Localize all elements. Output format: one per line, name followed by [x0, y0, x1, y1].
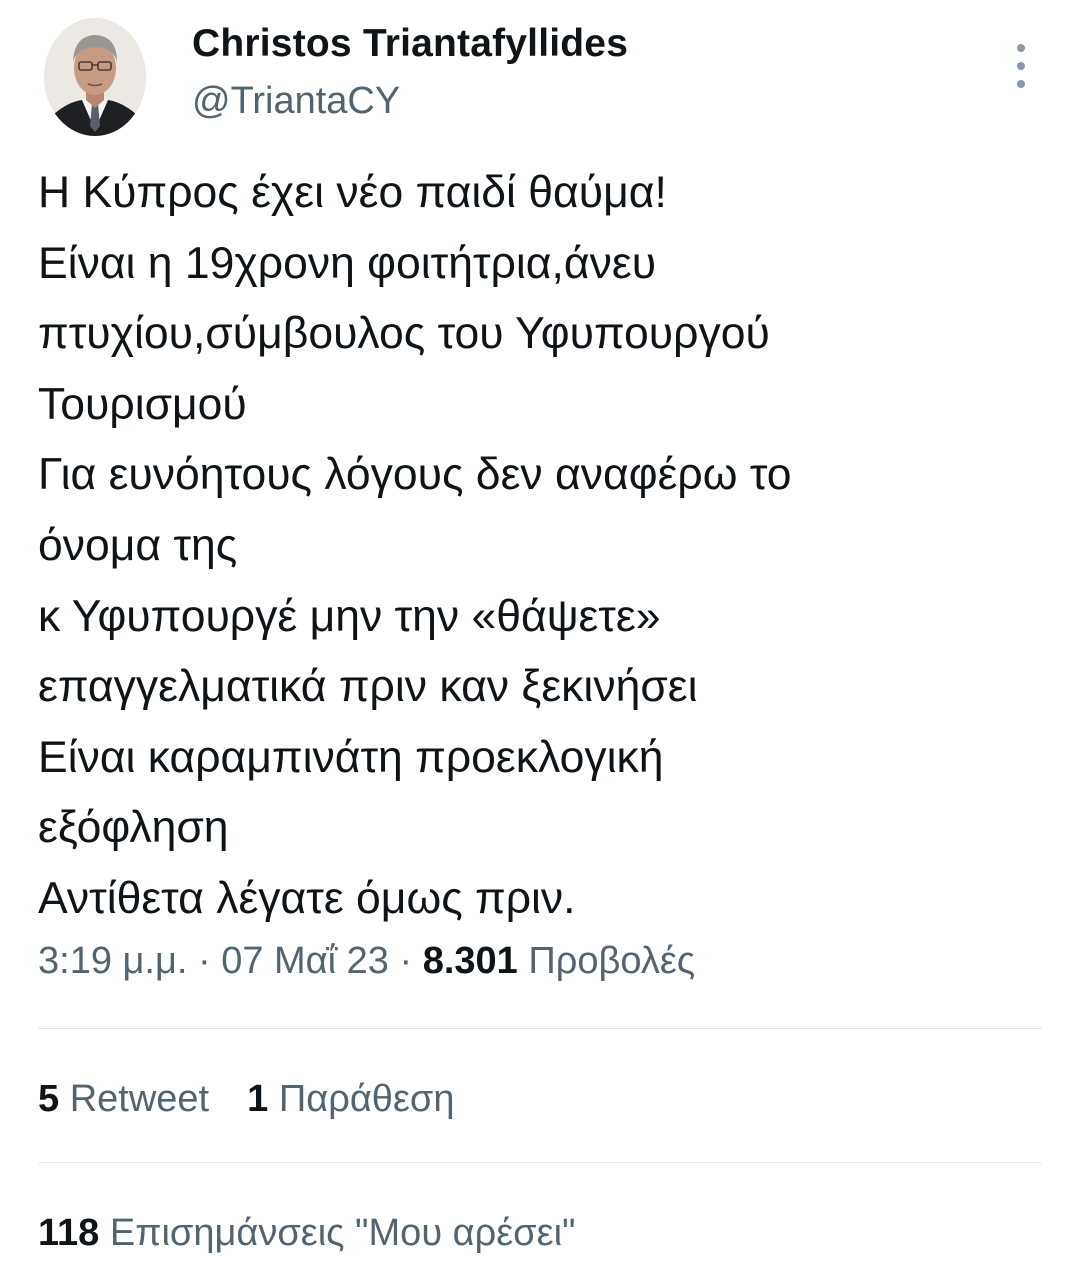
meta-separator: ·	[187, 940, 222, 982]
tweet-date[interactable]: 07 Μαΐ 23	[221, 940, 389, 982]
tweet-text-line: εξόφληση	[38, 803, 229, 853]
tweet-text: Η Κύπρος έχει νέο παιδί θαύμα! Είναι η 1…	[38, 158, 1048, 935]
tweet-metadata: 3:19 μ.μ. · 07 Μαΐ 23 · 8.301 Προβολές	[38, 940, 695, 983]
quotes-label: Παράθεση	[278, 1078, 455, 1120]
likes-stat[interactable]: 118 Επισημάνσεις "Μου αρέσει"	[38, 1212, 576, 1254]
retweets-count: 5	[38, 1078, 60, 1120]
tweet-text-line: επαγγελματικά πριν καν ξεκινήσει	[38, 662, 698, 712]
more-dot	[1017, 80, 1025, 88]
tweet-text-line: κ Υφυπουργέ μην την «θάψετε»	[38, 591, 661, 641]
views-label: Προβολές	[528, 940, 696, 982]
tweet-text-line: όνομα της	[38, 520, 238, 570]
tweet-text-line: πτυχίου,σύμβουλος του Υφυπουργού	[38, 309, 770, 359]
more-dot	[1017, 62, 1025, 70]
tweet-detail: Christos Triantafyllides @TriantaCY Η Κύ…	[0, 0, 1080, 1263]
avatar-photo-icon	[44, 18, 146, 136]
quotes-count: 1	[247, 1078, 269, 1120]
meta-separator: ·	[388, 940, 423, 982]
more-options-icon[interactable]	[1004, 44, 1038, 88]
tweet-text-line: Για ευνόητους λόγους δεν αναφέρω το	[38, 450, 792, 500]
retweets-label: Retweet	[69, 1078, 210, 1120]
avatar[interactable]	[44, 18, 146, 136]
more-dot	[1017, 44, 1025, 52]
tweet-text-line: Αντίθετα λέγατε όμως πριν.	[38, 873, 576, 923]
engagement-stats-row: 5 Retweet 1 Παράθεση	[38, 1078, 454, 1121]
tweet-time[interactable]: 3:19 μ.μ.	[38, 940, 187, 982]
likes-stats-row: 118 Επισημάνσεις "Μου αρέσει"	[38, 1212, 576, 1255]
divider	[38, 1162, 1042, 1163]
author-display-name[interactable]: Christos Triantafyllides	[192, 22, 628, 66]
likes-label: Επισημάνσεις "Μου αρέσει"	[109, 1212, 576, 1254]
tweet-text-line: Είναι η 19χρονη φοιτήτρια,άνευ	[38, 238, 657, 288]
quotes-stat[interactable]: 1 Παράθεση	[247, 1078, 454, 1120]
author-handle[interactable]: @TriantaCY	[192, 80, 400, 123]
divider	[38, 1028, 1042, 1029]
likes-count: 118	[38, 1212, 100, 1254]
tweet-text-line: Είναι καραμπινάτη προεκλογική	[38, 732, 664, 782]
tweet-text-line: Τουρισμού	[38, 379, 247, 429]
views-count: 8.301	[422, 940, 518, 982]
retweets-stat[interactable]: 5 Retweet	[38, 1078, 209, 1120]
tweet-text-line: Η Κύπρος έχει νέο παιδί θαύμα!	[38, 168, 667, 217]
